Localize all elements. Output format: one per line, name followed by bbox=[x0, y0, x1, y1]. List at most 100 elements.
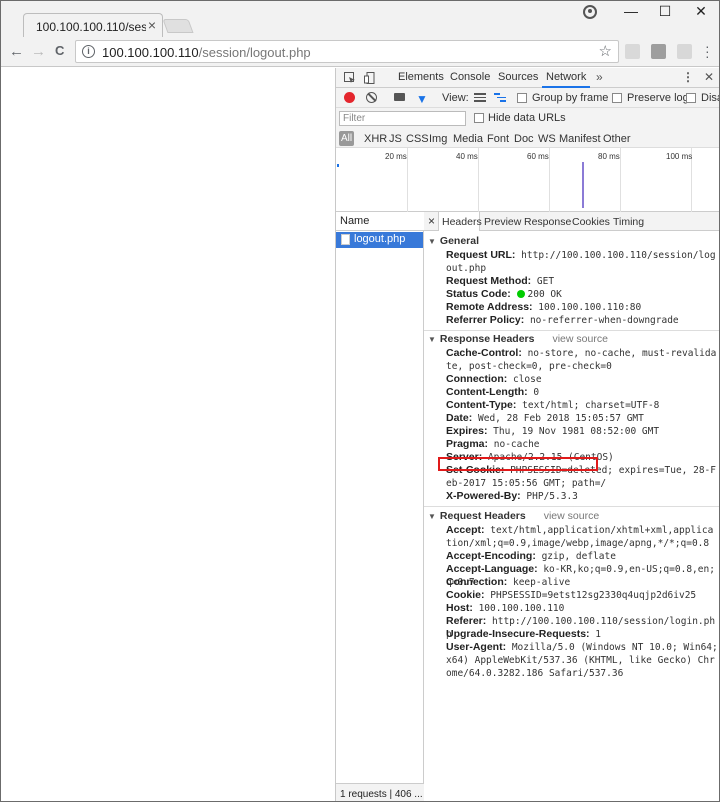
type-filter-other[interactable]: Other bbox=[603, 133, 631, 145]
header-value: keep-alive bbox=[512, 577, 571, 588]
type-filter-all[interactable]: All bbox=[339, 131, 354, 146]
devtools-panel: Elements Console Sources Network » ⋮ ✕ ▼… bbox=[335, 68, 719, 801]
type-filter-media[interactable]: Media bbox=[453, 133, 483, 145]
screenshot-camera-icon[interactable] bbox=[394, 93, 405, 101]
devtools-menu-icon[interactable]: ⋮ bbox=[682, 70, 694, 84]
type-filter-ws[interactable]: WS bbox=[538, 133, 556, 145]
timeline-gridline bbox=[620, 148, 621, 212]
devtools-tab-bar: Elements Console Sources Network » ⋮ ✕ bbox=[336, 68, 719, 88]
type-filter-xhr[interactable]: XHR bbox=[364, 133, 387, 145]
hide-data-urls-label: Hide data URLs bbox=[488, 112, 566, 124]
header-key: Remote Address: bbox=[446, 301, 533, 313]
network-overview-timeline[interactable]: 20 ms 40 ms 60 ms 80 ms 100 ms bbox=[336, 148, 719, 212]
tab-sources[interactable]: Sources bbox=[498, 71, 538, 83]
new-tab-button[interactable] bbox=[162, 19, 194, 33]
header-value: 100.100.100.110 bbox=[478, 603, 565, 614]
header-value: 1 bbox=[595, 629, 602, 640]
info-icon[interactable]: i bbox=[82, 45, 95, 58]
device-toolbar-icon[interactable] bbox=[364, 72, 376, 84]
tab-preview[interactable]: Preview bbox=[484, 216, 521, 228]
name-column-header[interactable]: Name bbox=[336, 212, 424, 231]
profile-icon[interactable] bbox=[583, 5, 597, 19]
tab-console[interactable]: Console bbox=[450, 71, 490, 83]
header-key: Content-Length: bbox=[446, 386, 528, 398]
filter-icon[interactable]: ▼ bbox=[416, 92, 428, 106]
url-host: 100.100.100.110 bbox=[102, 45, 199, 60]
tab-headers[interactable]: Headers bbox=[442, 216, 482, 228]
browser-tab[interactable]: 100.100.100.110/session × bbox=[23, 13, 163, 37]
response-header-row: X-Powered-By: PHP/5.3.3 bbox=[446, 490, 718, 503]
inspect-element-icon[interactable] bbox=[344, 72, 356, 84]
title-bar: 100.100.100.110/session × — ☐ ✕ bbox=[1, 1, 719, 37]
type-filter-js[interactable]: JS bbox=[389, 133, 402, 145]
header-value: GET bbox=[536, 276, 555, 287]
header-request-method: Request Method: GET bbox=[446, 275, 718, 288]
header-value: Thu, 19 Nov 1981 08:52:00 GMT bbox=[493, 426, 660, 437]
tab-close-icon[interactable]: × bbox=[148, 17, 156, 33]
detail-tab-bar: × Headers Preview Response Cookies Timin… bbox=[424, 212, 719, 231]
extension-icon[interactable] bbox=[651, 44, 666, 59]
response-header-row: Content-Length: 0 bbox=[446, 386, 718, 399]
response-headers-section-header[interactable]: ▼ Response Headers view source bbox=[428, 333, 608, 345]
address-bar[interactable]: i 100.100.100.110/session/logout.php ☆ bbox=[75, 40, 619, 63]
detail-close-icon[interactable]: × bbox=[428, 214, 435, 228]
header-key: Request Method: bbox=[446, 275, 532, 287]
forward-button[interactable]: → bbox=[31, 43, 46, 60]
chrome-menu-icon[interactable]: · · · bbox=[705, 39, 710, 63]
large-rows-icon[interactable] bbox=[474, 93, 486, 102]
preserve-log-checkbox[interactable] bbox=[612, 93, 622, 103]
header-value: text/html,application/xhtml+xml,applicat… bbox=[446, 525, 714, 549]
view-source-link[interactable]: view source bbox=[544, 510, 599, 522]
waterfall-overview-icon[interactable] bbox=[494, 93, 506, 102]
header-value: 0 bbox=[533, 387, 540, 398]
bookmark-star-icon[interactable]: ☆ bbox=[599, 42, 612, 60]
timeline-label: 20 ms bbox=[385, 152, 407, 161]
hide-data-urls-checkbox[interactable] bbox=[474, 113, 484, 123]
maximize-button[interactable]: ☐ bbox=[645, 3, 685, 20]
view-source-link[interactable]: view source bbox=[552, 333, 607, 345]
type-filter-font[interactable]: Font bbox=[487, 133, 509, 145]
header-value: 100.100.100.110:80 bbox=[538, 302, 642, 313]
back-button[interactable]: ← bbox=[9, 43, 24, 60]
clear-icon[interactable] bbox=[366, 92, 377, 103]
browser-window: 100.100.100.110/session × — ☐ ✕ ← → C i … bbox=[0, 0, 720, 802]
header-key: Connection: bbox=[446, 576, 508, 588]
tab-timing[interactable]: Timing bbox=[613, 216, 644, 228]
collapse-triangle-icon: ▼ bbox=[428, 512, 436, 521]
preserve-log-label: Preserve log bbox=[627, 92, 689, 104]
resource-type-bar: All XHR JS CSS Img Media Font Doc WS Man… bbox=[336, 129, 719, 148]
type-filter-css[interactable]: CSS bbox=[406, 133, 429, 145]
tab-network[interactable]: Network bbox=[546, 71, 586, 83]
request-header-row: Connection: keep-alive bbox=[446, 576, 718, 589]
devtools-close-icon[interactable]: ✕ bbox=[704, 70, 714, 84]
type-filter-img[interactable]: Img bbox=[429, 133, 447, 145]
type-filter-manifest[interactable]: Manifest bbox=[559, 133, 601, 145]
close-window-button[interactable]: ✕ bbox=[681, 3, 719, 20]
header-key: Referer: bbox=[446, 615, 487, 627]
header-key: Upgrade-Insecure-Requests: bbox=[446, 628, 590, 640]
type-filter-doc[interactable]: Doc bbox=[514, 133, 534, 145]
tab-response[interactable]: Response bbox=[524, 216, 571, 228]
reload-button[interactable]: C bbox=[55, 43, 64, 58]
timeline-label: 60 ms bbox=[527, 152, 549, 161]
url-text: 100.100.100.110/session/logout.php bbox=[102, 45, 311, 60]
filter-input[interactable]: Filter bbox=[339, 111, 466, 126]
request-row[interactable]: logout.php bbox=[336, 232, 423, 248]
header-key: X-Powered-By: bbox=[446, 490, 521, 502]
tab-elements[interactable]: Elements bbox=[398, 71, 444, 83]
more-tabs-icon[interactable]: » bbox=[596, 70, 603, 84]
general-section-header[interactable]: ▼ General bbox=[428, 235, 479, 247]
request-headers-section-header[interactable]: ▼ Request Headers view source bbox=[428, 510, 599, 522]
disable-cache-checkbox[interactable] bbox=[686, 93, 696, 103]
response-header-row: Content-Type: text/html; charset=UTF-8 bbox=[446, 399, 718, 412]
request-header-row: Accept-Encoding: gzip, deflate bbox=[446, 550, 718, 563]
response-header-row: Pragma: no-cache bbox=[446, 438, 718, 451]
status-ok-icon bbox=[516, 290, 525, 298]
filter-bar: Filter Hide data URLs bbox=[336, 108, 719, 129]
extension-icon[interactable] bbox=[625, 44, 640, 59]
pdf-extension-icon[interactable] bbox=[677, 44, 692, 59]
record-button[interactable] bbox=[344, 92, 355, 103]
view-label: View: bbox=[442, 92, 469, 104]
group-by-frame-checkbox[interactable] bbox=[517, 93, 527, 103]
tab-cookies[interactable]: Cookies bbox=[572, 216, 610, 228]
